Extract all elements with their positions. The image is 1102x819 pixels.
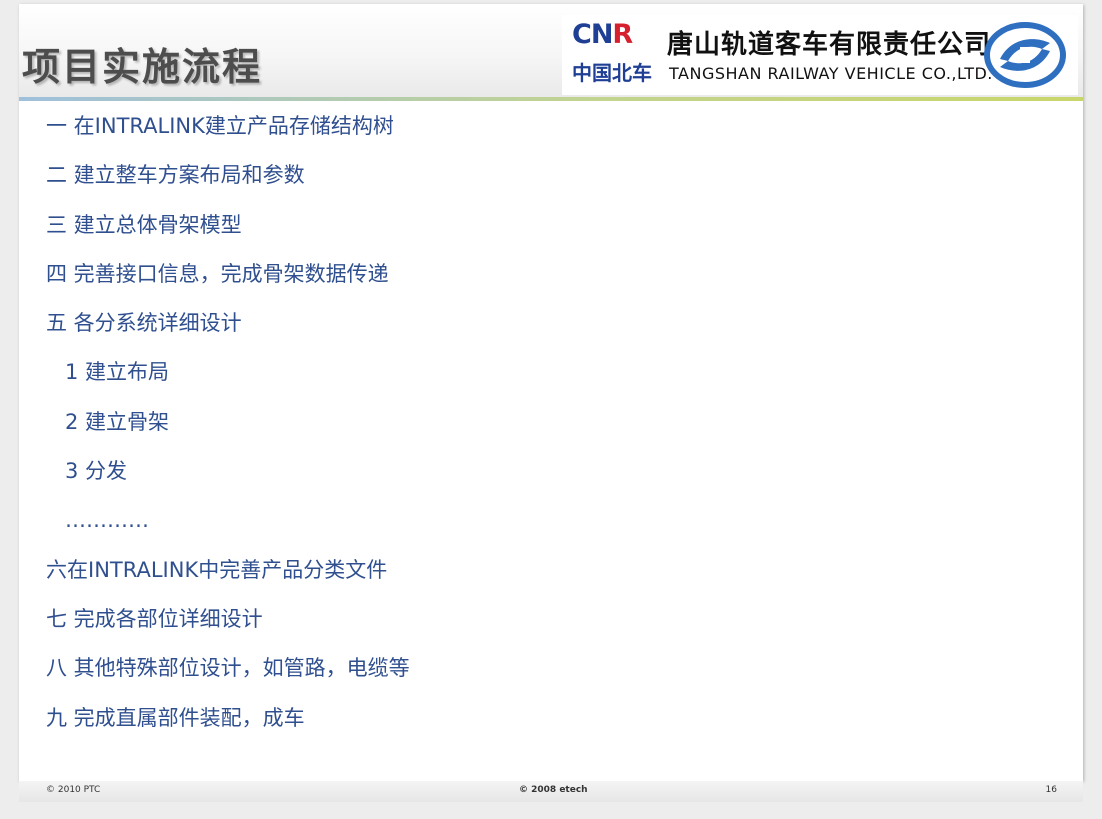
cnr-logo-accent: R — [612, 19, 633, 50]
list-item: 一 在INTRALINK建立产品存储结构树 — [46, 114, 394, 138]
cnr-logo-text: CNR — [572, 19, 633, 50]
company-name-zh: 唐山轨道客车有限责任公司 — [667, 30, 992, 60]
footer-copyright-ptc: © 2010 PTC — [46, 785, 101, 795]
list-subitem: 2 建立骨架 — [65, 409, 170, 434]
slide-title: 项目实施流程 — [22, 44, 263, 89]
footer-copyright-etech: © 2008 etech — [519, 785, 588, 795]
company-logo: CNR 中国北车 唐山轨道客车有限责任公司 TANGSHAN RAILWAY V… — [562, 15, 1078, 95]
list-subitem: 3 分发 — [65, 459, 128, 484]
slide-header: 项目实施流程 CNR 中国北车 唐山轨道客车有限责任公司 TANGSHAN RA… — [19, 4, 1083, 98]
list-item: 五 各分系统详细设计 — [46, 311, 242, 336]
company-emblem-icon — [984, 22, 1066, 88]
list-item: 二 建立整车方案布局和参数 — [46, 163, 305, 188]
brand-name-zh: 中国北车 — [572, 61, 652, 85]
list-item: 四 完善接口信息，完成骨架数据传递 — [46, 261, 389, 286]
list-item: 三 建立总体骨架模型 — [46, 212, 242, 237]
list-item: 六在INTRALINK中完善产品分类文件 — [46, 557, 388, 582]
list-item: 九 完成直属部件装配，成车 — [46, 705, 305, 730]
list-subitem: 1 建立布局 — [65, 360, 170, 385]
list-item: 七 完成各部位详细设计 — [46, 606, 263, 631]
slide-content: 一 在INTRALINK建立产品存储结构树 二 建立整车方案布局和参数 三 建立… — [46, 111, 1046, 752]
cnr-logo-main: CN — [572, 19, 613, 50]
list-subitem: ………… — [65, 508, 149, 533]
slide: 项目实施流程 CNR 中国北车 唐山轨道客车有限责任公司 TANGSHAN RA… — [19, 4, 1083, 781]
header-divider — [19, 97, 1083, 101]
company-name-en: TANGSHAN RAILWAY VEHICLE CO.,LTD. — [669, 64, 993, 83]
page-number: 16 — [1045, 785, 1057, 795]
slide-footer: © 2010 PTC © 2008 etech 16 — [19, 781, 1083, 802]
list-item: 八 其他特殊部位设计，如管路，电缆等 — [46, 656, 410, 681]
